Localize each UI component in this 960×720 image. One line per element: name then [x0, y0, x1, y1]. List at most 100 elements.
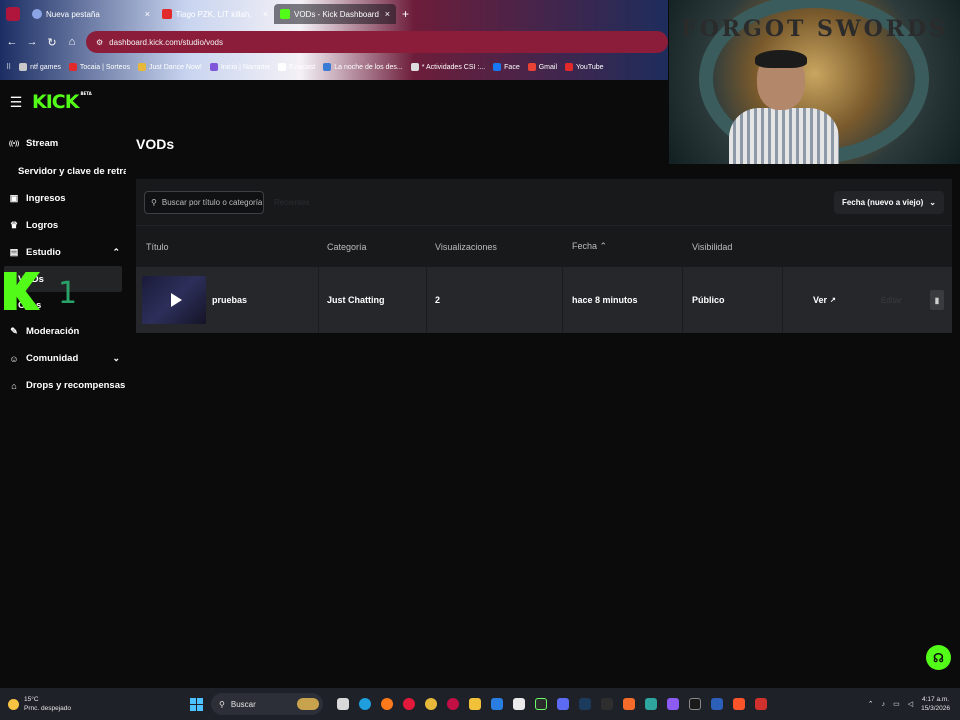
browser-chrome: Nueva pestaña × Tiago PZK, LIT killah, .… [0, 0, 668, 80]
taskbar-apps [337, 698, 767, 710]
hamburger-menu-icon[interactable]: ☰ [0, 94, 32, 111]
taskbar-search[interactable]: ⚲ Buscar [211, 693, 323, 715]
back-icon[interactable]: ← [6, 36, 18, 48]
steam-icon[interactable] [579, 698, 591, 710]
close-tab-icon[interactable]: × [385, 9, 390, 19]
app-icon[interactable] [689, 698, 701, 710]
chevron-up-icon[interactable]: ⌃ [868, 700, 874, 708]
bookmark-item[interactable]: Inicio | Narrame [209, 63, 270, 71]
bookmark-item[interactable]: La noche de los des... [323, 63, 403, 71]
weather-widget[interactable]: 15°C Prnc. despejado [0, 695, 190, 713]
microphone-icon[interactable]: ♪ [882, 701, 886, 708]
table-row[interactable]: pruebas Just Chatting 2 hace 8 minutos P… [136, 267, 952, 333]
apps-grid-icon[interactable]: ⠿ [6, 63, 11, 71]
kick-logo[interactable]: KICK BETA [32, 91, 92, 113]
col-title[interactable]: Título [136, 242, 319, 252]
cell-views: 2 [427, 267, 563, 333]
sidebar-item-label: Ingresos [26, 193, 66, 204]
sidebar-item-moderacion[interactable]: ✎ Moderación [0, 318, 126, 345]
edge-icon[interactable] [359, 698, 371, 710]
forward-icon[interactable]: → [26, 36, 38, 48]
address-bar[interactable]: ⚙ dashboard.kick.com/studio/vods [86, 31, 668, 53]
wrench-icon: ✎ [10, 326, 18, 336]
obs-icon[interactable] [601, 698, 613, 710]
app-icon[interactable] [667, 698, 679, 710]
sidebar-item-label: Servidor y clave de retransmisión [18, 165, 126, 177]
new-tab-button[interactable]: + [402, 7, 409, 21]
vod-title[interactable]: pruebas [212, 295, 247, 305]
edit-button[interactable]: Editar [881, 296, 902, 305]
col-visibility[interactable]: Visibilidad [683, 242, 783, 252]
opera-icon[interactable] [403, 698, 415, 710]
sort-dropdown[interactable]: Fecha (nuevo a viejo) ⌄ [833, 190, 944, 214]
task-view-icon[interactable] [337, 698, 349, 710]
support-chat-icon[interactable]: ☊ [926, 645, 951, 670]
word-icon[interactable] [711, 698, 723, 710]
mail-icon[interactable] [491, 698, 503, 710]
bookmark-item[interactable]: Just Dance Now! [137, 63, 202, 71]
bookmark-item[interactable]: * Actividades CSI :... [410, 63, 486, 71]
app-icon[interactable] [557, 698, 569, 710]
close-tab-icon[interactable]: × [145, 9, 150, 19]
streamer-figure [729, 50, 839, 164]
bookmark-favicon-icon [410, 63, 419, 71]
view-button[interactable]: Ver ↗ [813, 295, 836, 305]
home-icon[interactable]: ⌂ [66, 36, 78, 48]
opera-gx-icon[interactable] [447, 698, 459, 710]
sidebar-item-drops[interactable]: ⌂ Drops y recompensas [0, 372, 126, 399]
emblem-text: FORGOT SWORDS [680, 16, 949, 42]
sidebar-item-logros[interactable]: ♛ Logros [0, 212, 126, 239]
bookmark-item[interactable]: Ezwcast [278, 63, 315, 71]
reload-icon[interactable]: ↻ [46, 36, 58, 49]
bookmark-item[interactable]: YouTube [565, 63, 604, 71]
col-date[interactable]: Fecha ⌃ [563, 241, 683, 252]
sidebar-item-label: Estudio [26, 247, 61, 258]
bookmark-item[interactable]: ntf games [19, 63, 61, 71]
network-icon[interactable]: ▭ [893, 700, 900, 708]
brave-icon[interactable] [733, 698, 745, 710]
col-views[interactable]: Visualizaciones [427, 242, 563, 252]
vod-thumbnail[interactable] [142, 276, 206, 324]
volume-icon[interactable]: ◁ [908, 700, 913, 708]
chevron-down-icon[interactable]: ⌄ [112, 353, 120, 364]
bookmark-label: * Actividades CSI :... [421, 63, 486, 71]
sidebar-item-ingresos[interactable]: ▣ Ingresos [0, 185, 126, 212]
sidebar-item-stream-key[interactable]: Servidor y clave de retransmisión [0, 157, 126, 185]
app-icon[interactable] [623, 698, 635, 710]
tab-new-tab[interactable]: Nueva pestaña × [26, 4, 156, 24]
recorder-icon[interactable] [755, 698, 767, 710]
app-icon[interactable] [645, 698, 657, 710]
bookmarks-bar: ⠿ ntf games Tocaia | Sorteos Just Dance … [0, 58, 668, 76]
chevron-up-icon[interactable]: ⌃ [112, 247, 120, 258]
col-category[interactable]: Categoría [319, 242, 427, 252]
tab-youtube[interactable]: Tiago PZK, LIT killah, ... × [156, 4, 274, 24]
bookmark-item[interactable]: Face [493, 63, 520, 71]
chrome-icon[interactable] [425, 698, 437, 710]
windows-start-icon[interactable] [190, 697, 203, 711]
store-icon[interactable] [513, 698, 525, 710]
firefox-icon[interactable] [381, 698, 393, 710]
sidebar-item-estudio[interactable]: ▤ Estudio ⌃ [0, 239, 126, 266]
cell-category: Just Chatting [319, 267, 427, 333]
search-icon: ⚲ [219, 699, 225, 709]
wallet-icon: ▣ [9, 193, 19, 203]
view-label: Ver [813, 295, 828, 305]
search-input[interactable]: ⚲ Buscar por título o categoría [144, 190, 264, 214]
file-explorer-icon[interactable] [469, 698, 481, 710]
taskbar-search-label: Buscar [230, 699, 256, 709]
external-link-icon: ↗ [830, 297, 836, 304]
delete-icon[interactable]: ▮ [930, 290, 944, 310]
site-info-icon[interactable]: ⚙ [96, 38, 103, 47]
sidebar-item-stream[interactable]: ((•)) Stream [0, 130, 126, 157]
sidebar-item-comunidad[interactable]: ☺ Comunidad ⌄ [0, 345, 126, 372]
tab-kick-dashboard[interactable]: VODs - Kick Dashboard × [274, 4, 396, 24]
clock[interactable]: 4:17 a.m. 15/3/2026 [921, 695, 950, 713]
browser-menu-icon[interactable] [6, 7, 20, 21]
close-tab-icon[interactable]: × [263, 9, 268, 19]
bookmark-item[interactable]: Gmail [527, 63, 557, 71]
column-label: Visualizaciones [435, 241, 497, 252]
youtube-favicon-icon [162, 9, 172, 19]
column-label: Fecha [572, 241, 598, 251]
bookmark-item[interactable]: Tocaia | Sorteos [68, 63, 130, 71]
terminal-icon[interactable] [535, 698, 547, 710]
